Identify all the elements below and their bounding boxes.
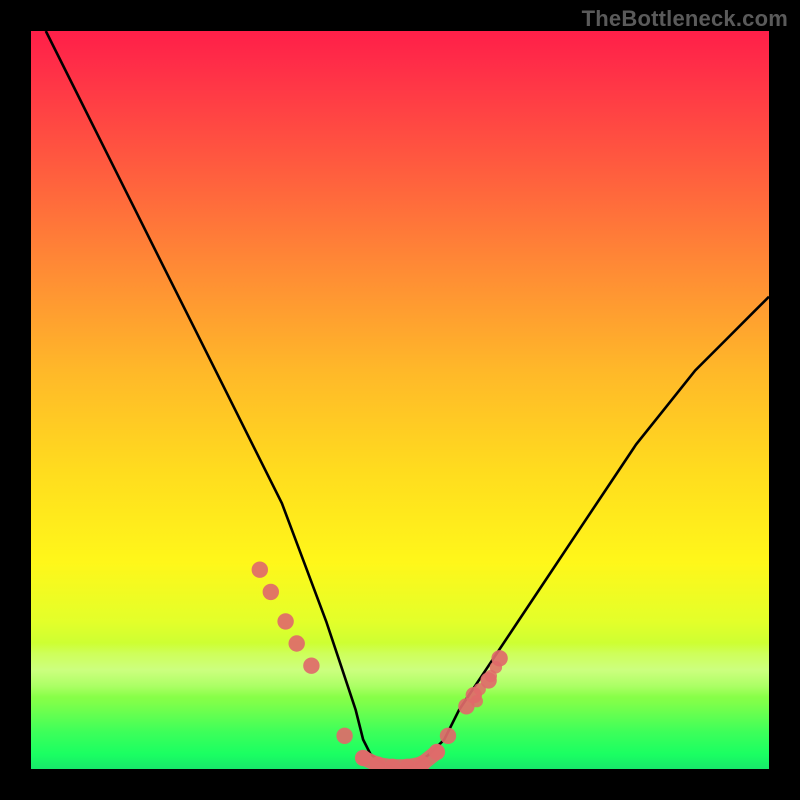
measured-point xyxy=(440,728,456,744)
measured-point xyxy=(491,650,507,666)
measured-points-layer xyxy=(31,31,769,769)
measured-point xyxy=(474,683,486,695)
measured-point xyxy=(466,687,482,703)
measured-point xyxy=(471,695,483,707)
measured-point xyxy=(414,756,430,769)
ideal-zone-band xyxy=(31,643,769,697)
watermark-text: TheBottleneck.com xyxy=(582,6,788,32)
measured-point xyxy=(485,670,497,682)
measured-point xyxy=(480,672,496,688)
measured-point xyxy=(370,756,386,769)
measured-point xyxy=(303,658,319,674)
measured-point xyxy=(384,759,400,769)
plot-area xyxy=(31,31,769,769)
measured-point xyxy=(336,728,352,744)
measured-point xyxy=(458,698,474,714)
measured-point xyxy=(289,635,305,651)
measured-bottom-cluster xyxy=(363,752,437,767)
measured-point xyxy=(355,750,371,766)
chart-frame: TheBottleneck.com xyxy=(0,0,800,800)
bottleneck-curve xyxy=(31,31,769,769)
measured-point xyxy=(277,613,293,629)
measured-point xyxy=(252,562,268,578)
measured-point xyxy=(429,744,445,760)
measured-point xyxy=(263,584,279,600)
measured-point xyxy=(490,661,502,673)
measured-point xyxy=(399,759,415,769)
